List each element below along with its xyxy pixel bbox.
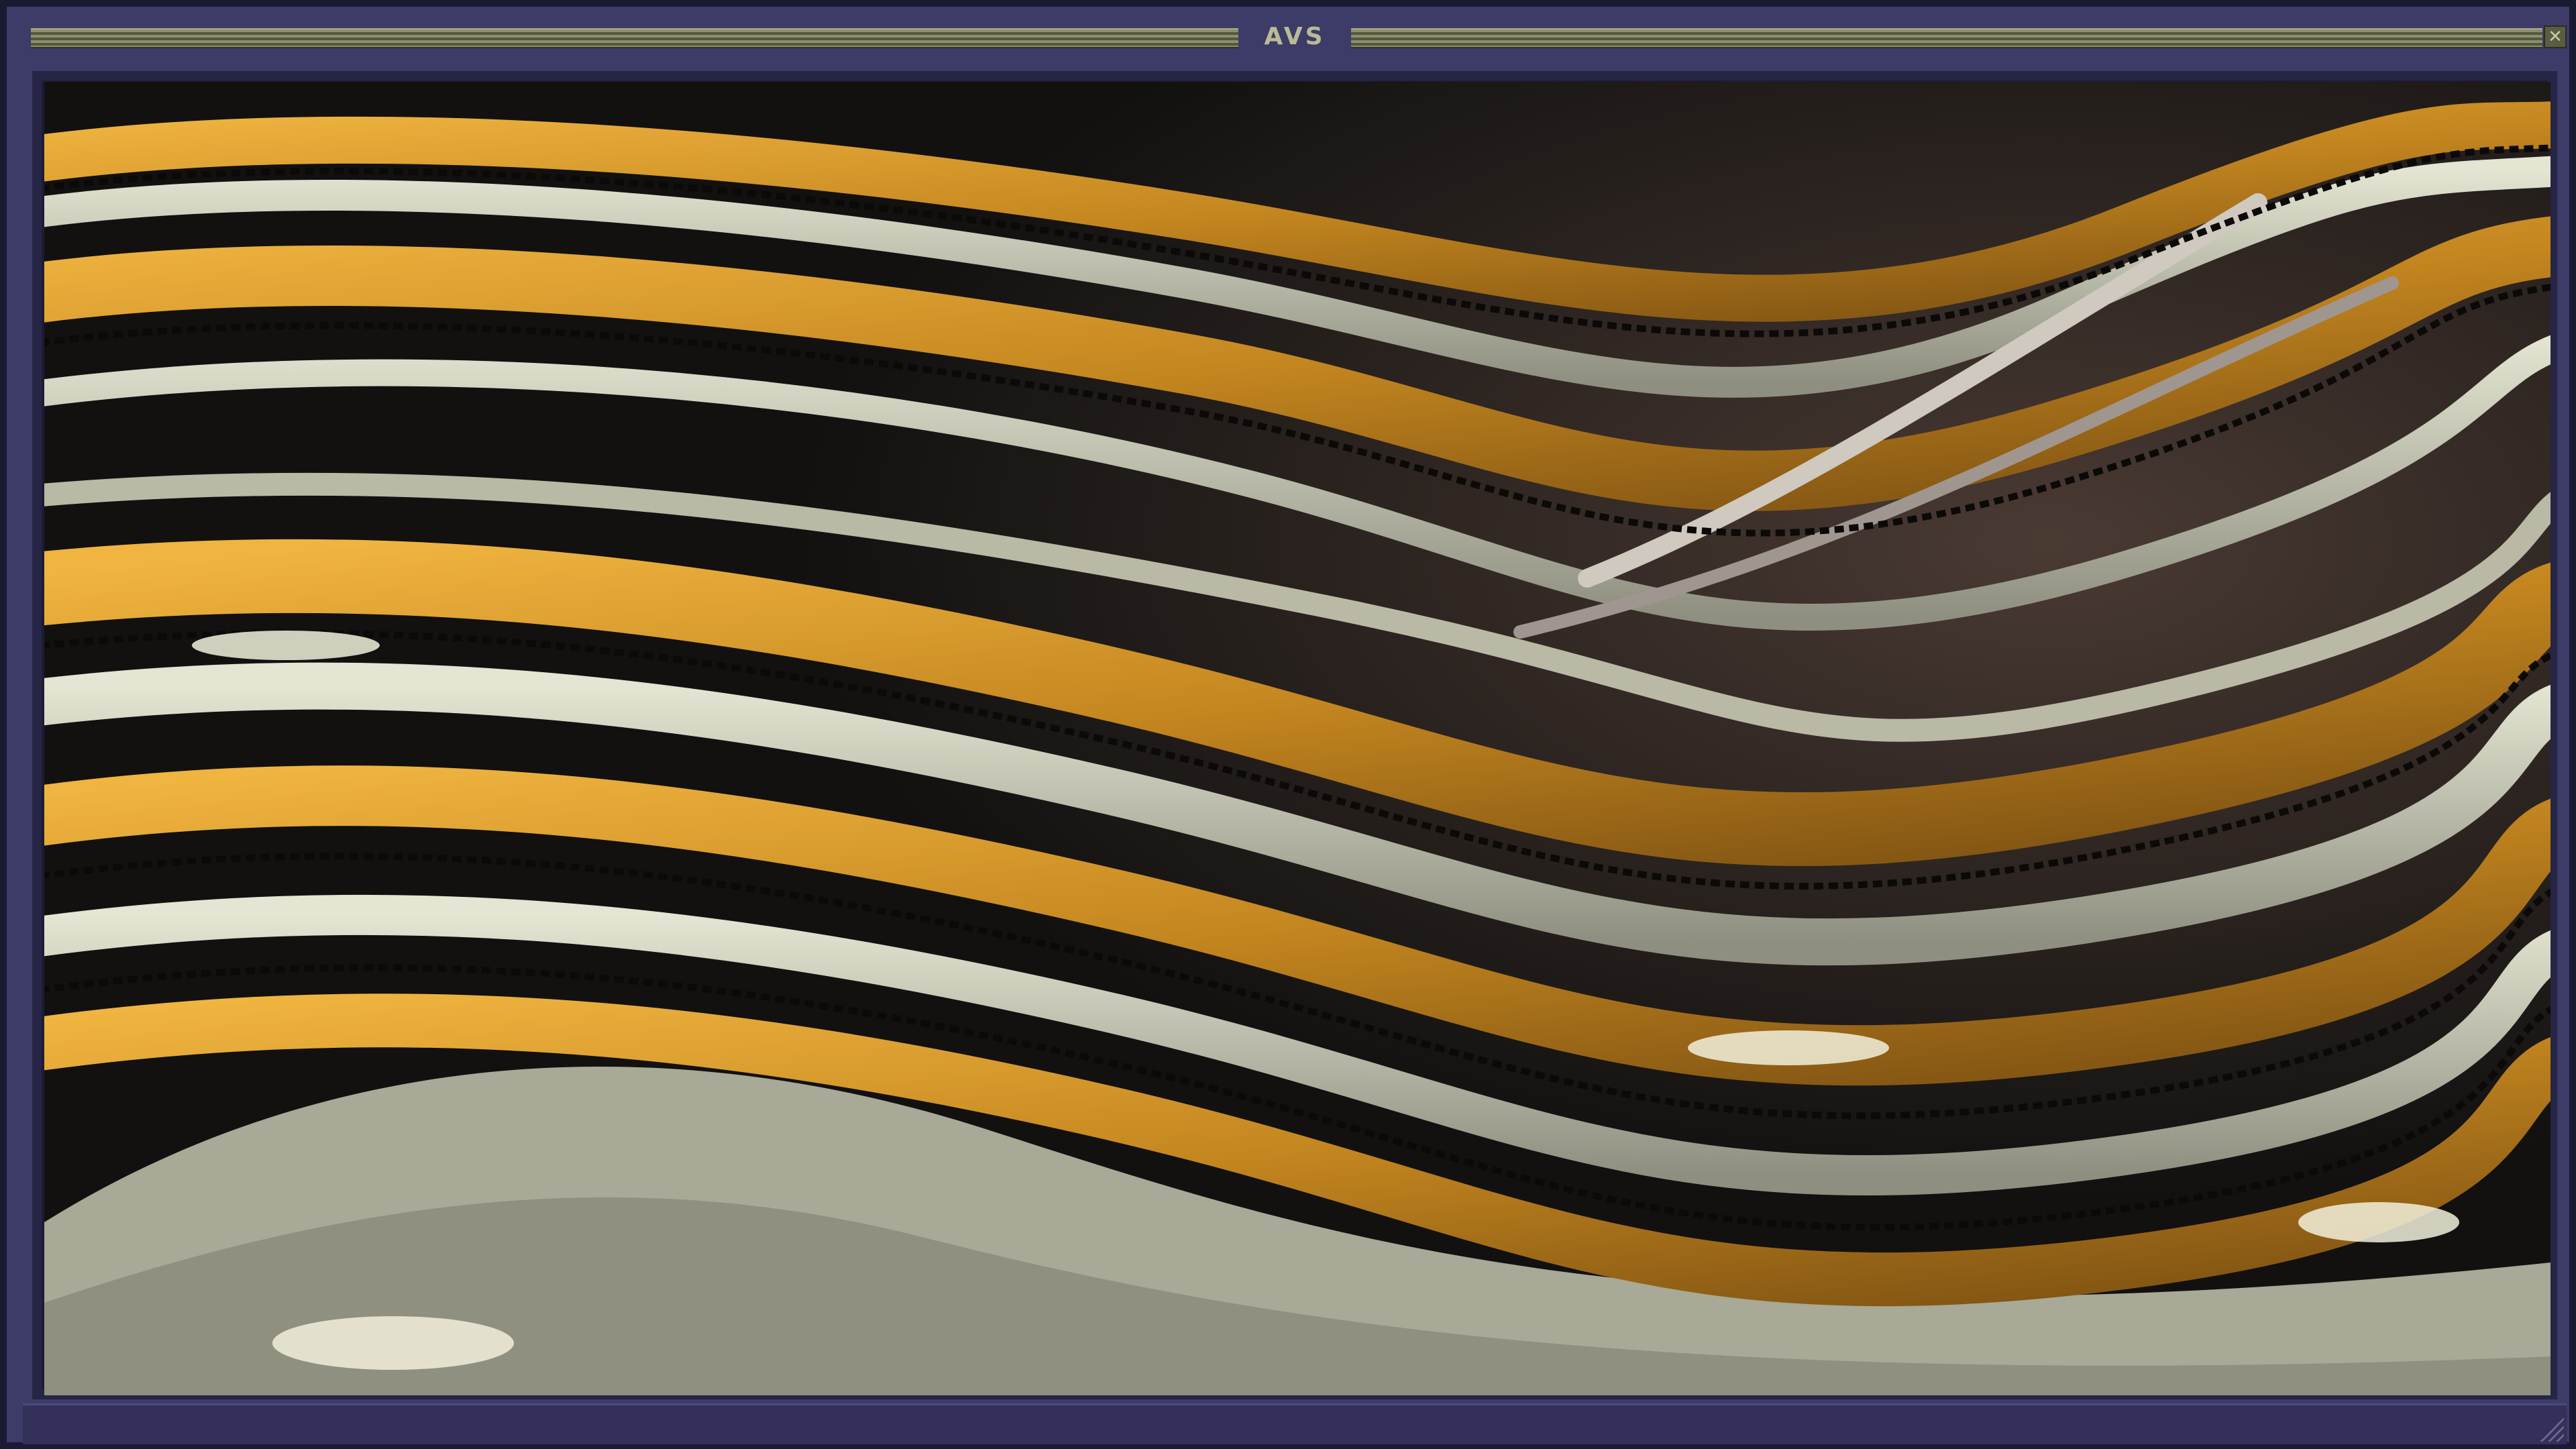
title-bar[interactable]: AVS ✕ (23, 19, 2567, 55)
visualization-canvas (44, 82, 2551, 1395)
title-grip-right (1351, 28, 2542, 48)
avs-window: AVS ✕ (0, 0, 2576, 1449)
bottom-bar (23, 1403, 2567, 1444)
close-button[interactable]: ✕ (2544, 25, 2567, 48)
visualization-art (44, 82, 2551, 1395)
close-icon: ✕ (2548, 27, 2563, 47)
resize-grip-icon[interactable] (2537, 1415, 2564, 1442)
title-grip-left (31, 28, 1238, 48)
window-title: AVS (1264, 23, 1326, 50)
